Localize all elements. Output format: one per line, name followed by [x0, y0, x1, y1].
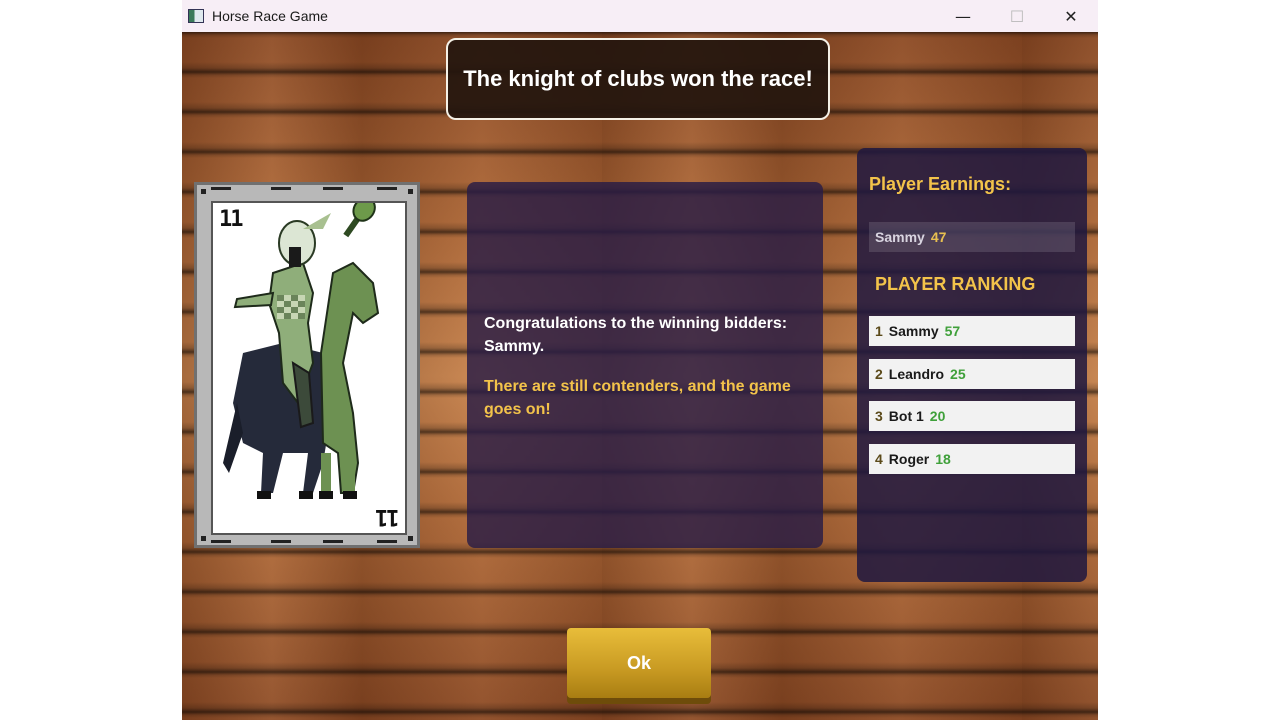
ranking-position: 1: [875, 323, 883, 339]
card-corner-dot: [201, 189, 206, 194]
ranking-row: 3 Bot 1 20: [869, 401, 1075, 431]
maximize-button[interactable]: ☐: [990, 0, 1044, 32]
result-banner-text: The knight of clubs won the race!: [463, 66, 813, 91]
card-border-dash: [323, 540, 343, 543]
ranking-player-name: Sammy: [888, 323, 939, 339]
card-border-dash: [377, 540, 397, 543]
game-window: Horse Race Game — ☐ ✕ The knight of club…: [182, 0, 1098, 720]
ranking-position: 3: [875, 408, 883, 424]
ok-button[interactable]: Ok: [567, 628, 711, 698]
app-icon: [188, 9, 204, 23]
winners-message: Congratulations to the winning bidders: …: [484, 315, 788, 355]
card-border-dash: [271, 187, 291, 190]
title-bar: Horse Race Game — ☐ ✕: [182, 0, 1098, 32]
ranking-position: 4: [875, 450, 883, 467]
ranking-row: 1 Sammy 57: [869, 316, 1075, 346]
game-status-message: There are still contenders, and the game…: [484, 378, 791, 418]
wooden-table-background: The knight of clubs won the race! 11 11: [182, 32, 1098, 720]
ranking-player-name: Leandro: [888, 365, 945, 382]
minimize-button[interactable]: —: [936, 0, 990, 32]
winning-card: 11 11: [194, 182, 420, 548]
earnings-player-value: 47: [930, 229, 947, 245]
card-border-dash: [323, 187, 343, 190]
ranking-score: 57: [944, 323, 961, 339]
earnings-player-name: Sammy: [875, 229, 925, 245]
card-corner-dot: [408, 536, 413, 541]
ranking-row: 2 Leandro 25: [869, 358, 1075, 389]
card-border-dash: [377, 187, 397, 190]
card-face: 11 11: [211, 201, 407, 535]
earnings-row: Sammy 47: [869, 222, 1075, 252]
ok-button-label: Ok: [626, 652, 651, 673]
knight-of-clubs-icon: [223, 203, 380, 499]
card-corner-dot: [201, 536, 206, 541]
ranking-score: 18: [935, 450, 951, 467]
message-panel: Congratulations to the winning bidders: …: [467, 182, 823, 548]
close-button[interactable]: ✕: [1044, 0, 1098, 32]
ranking-row: 4 Roger 18: [869, 443, 1075, 474]
ranking-player-name: Roger: [888, 450, 930, 467]
result-banner: The knight of clubs won the race!: [446, 38, 830, 120]
card-border-dash: [271, 540, 291, 543]
ranking-title: PLAYER RANKING: [875, 274, 1036, 294]
card-corner-dot: [408, 189, 413, 194]
ranking-position: 2: [875, 365, 883, 382]
scores-panel: Player Earnings: Sammy 47 PLAYER RANKING…: [857, 148, 1087, 582]
ranking-list: 1 Sammy 57 2 Leandro 25 3 Bot 1 20 4 Rog…: [869, 316, 1075, 486]
ranking-score: 25: [950, 365, 966, 382]
card-border-dash: [211, 187, 231, 190]
window-controls: — ☐ ✕: [936, 0, 1098, 32]
ranking-score: 20: [929, 408, 946, 424]
earnings-title: Player Earnings:: [869, 174, 1012, 194]
ranking-player-name: Bot 1: [888, 408, 924, 424]
card-border-dash: [211, 540, 231, 543]
window-title: Horse Race Game: [212, 8, 328, 24]
